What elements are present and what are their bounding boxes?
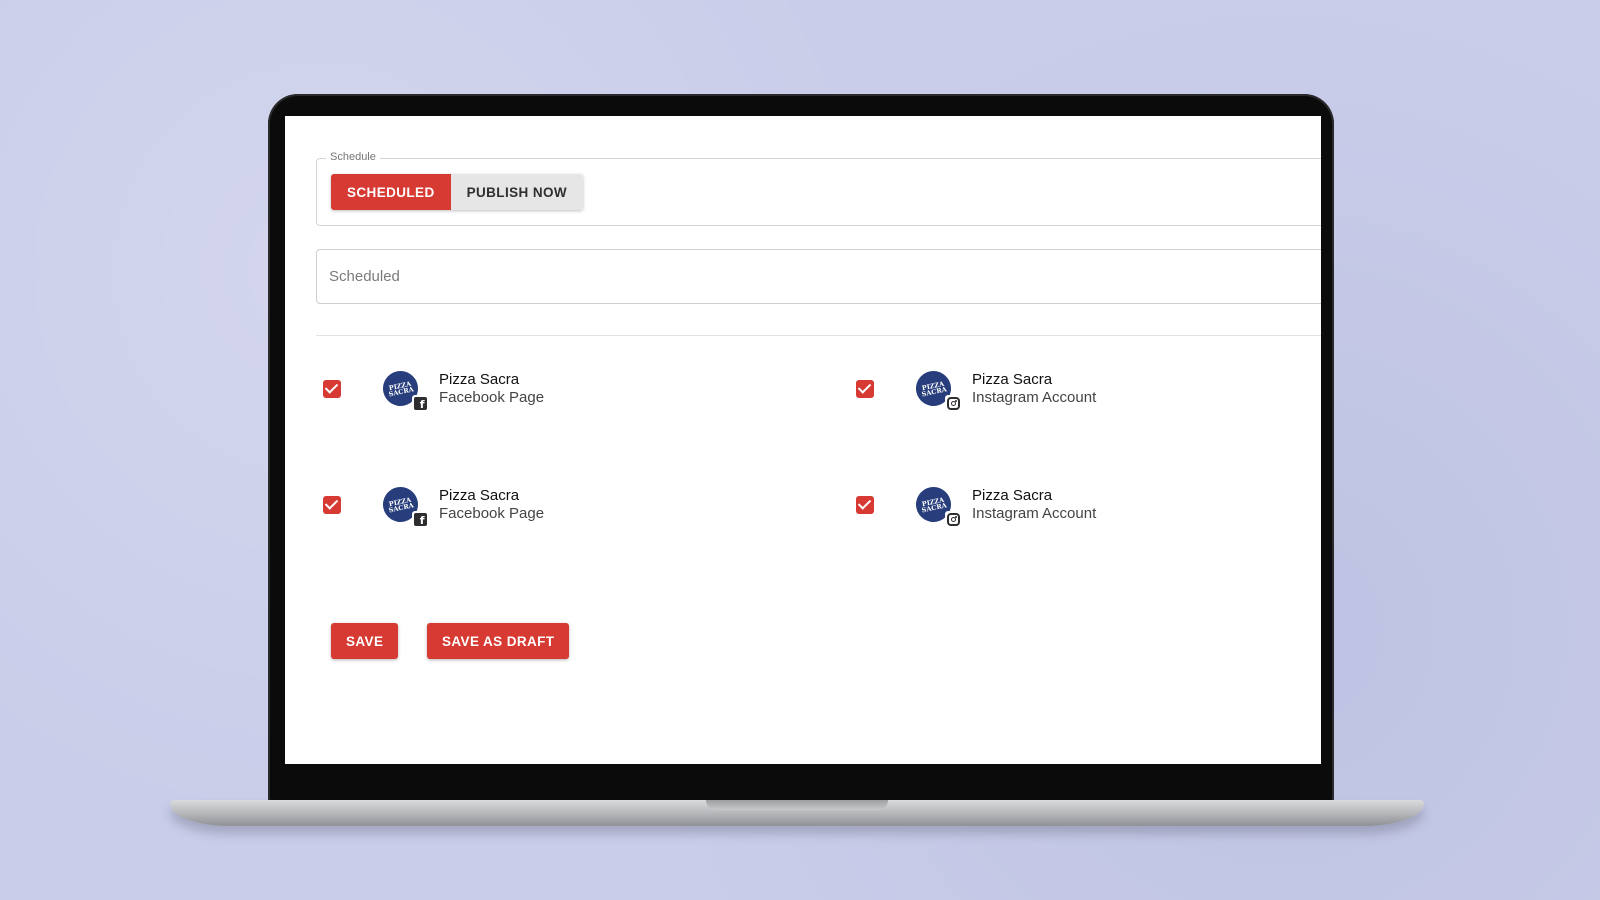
section-divider (316, 335, 1321, 336)
account-avatar: PIZZA SACRA (912, 367, 961, 411)
account-type: Instagram Account (972, 505, 1097, 522)
account-type: Facebook Page (439, 389, 545, 406)
account-item-facebook-2: PIZZA SACRA f Pizza Sacra Facebook Page (323, 483, 545, 527)
schedule-status-input[interactable] (316, 249, 1321, 304)
instagram-icon (946, 512, 960, 526)
laptop-notch (706, 800, 888, 810)
account-checkbox[interactable] (323, 496, 341, 514)
account-checkbox[interactable] (323, 380, 341, 398)
account-name: Pizza Sacra (439, 487, 520, 504)
schedule-legend: Schedule (326, 151, 380, 163)
facebook-icon: f (413, 396, 427, 410)
account-checkbox[interactable] (856, 380, 874, 398)
account-avatar: PIZZA SACRA f (379, 367, 428, 411)
account-item-facebook-1: PIZZA SACRA f Pizza Sacra Facebook Page (323, 367, 545, 411)
schedule-fieldset: Schedule SCHEDULED PUBLISH NOW (316, 151, 1321, 226)
save-as-draft-button[interactable]: SAVE AS DRAFT (427, 623, 570, 659)
account-item-instagram-1: PIZZA SACRA Pizza Sacra Instagram Accoun… (856, 367, 1097, 411)
account-avatar: PIZZA SACRA (912, 483, 961, 527)
scheduled-toggle-button[interactable]: SCHEDULED (331, 174, 451, 210)
account-avatar: PIZZA SACRA f (379, 483, 428, 527)
app-screen: Schedule SCHEDULED PUBLISH NOW PIZZA SAC… (285, 116, 1321, 764)
account-name: Pizza Sacra (972, 487, 1053, 504)
publish-now-toggle-button[interactable]: PUBLISH NOW (450, 174, 584, 210)
instagram-icon (946, 396, 960, 410)
account-type: Facebook Page (439, 505, 545, 522)
schedule-toggle-group: SCHEDULED PUBLISH NOW (331, 174, 584, 210)
account-item-instagram-2: PIZZA SACRA Pizza Sacra Instagram Accoun… (856, 483, 1097, 527)
save-button[interactable]: SAVE (331, 623, 399, 659)
account-name: Pizza Sacra (972, 371, 1053, 388)
account-type: Instagram Account (972, 389, 1097, 406)
facebook-icon: f (413, 512, 427, 526)
account-checkbox[interactable] (856, 496, 874, 514)
account-name: Pizza Sacra (439, 371, 520, 388)
